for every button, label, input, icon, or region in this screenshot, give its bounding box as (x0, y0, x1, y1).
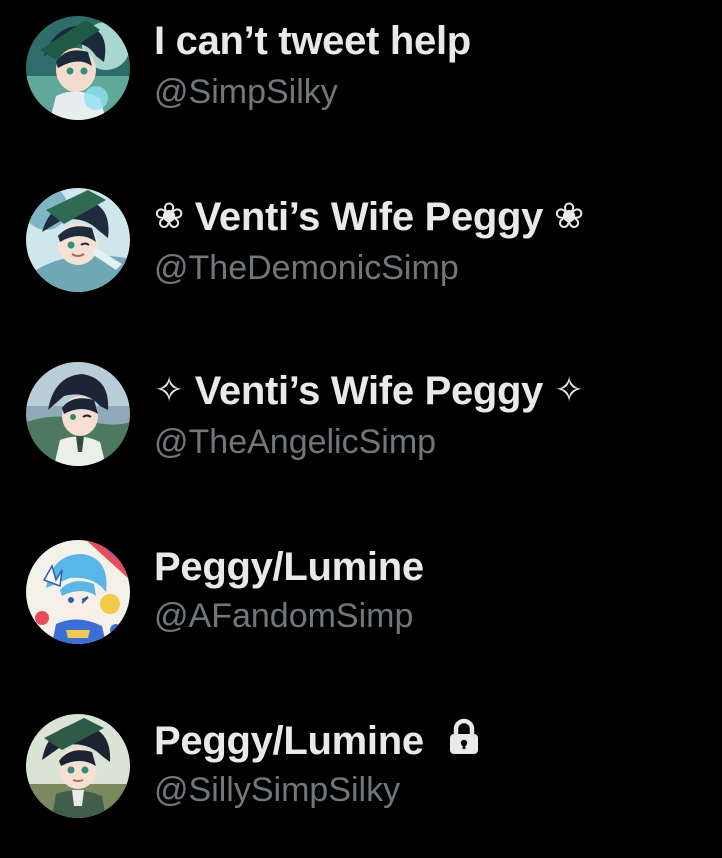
display-name: Peggy/Lumine (154, 718, 481, 764)
anime-character-avatar-icon (26, 188, 130, 292)
account-handle: @TheAngelicSimp (154, 423, 437, 461)
anime-character-avatar-icon (26, 16, 130, 120)
sparkle-icon: ✧ (154, 370, 184, 411)
account-handle: @AFandomSimp (154, 597, 414, 635)
account-handle: @SimpSilky (154, 73, 338, 111)
display-name-text: Peggy/Lumine (154, 545, 424, 589)
anime-character-avatar-icon (26, 540, 130, 644)
flower-icon: ❀ (154, 196, 184, 237)
account-row-simpsilky[interactable]: I can’t tweet help @SimpSilky (0, 0, 722, 140)
account-handle: @SillySimpSilky (154, 771, 401, 809)
sparkle-icon: ✧ (553, 370, 584, 411)
account-handle: @TheDemonicSimp (154, 249, 459, 287)
display-name: ❀ Venti’s Wife Peggy ❀ (154, 194, 584, 240)
display-name-text: Venti’s Wife Peggy (194, 369, 544, 413)
lock-icon (449, 718, 478, 754)
account-row-afandomsimp[interactable]: Peggy/Lumine @AFandomSimp (0, 520, 722, 660)
avatar[interactable] (26, 188, 130, 292)
display-name-text: I can’t tweet help (154, 19, 471, 63)
avatar[interactable] (26, 714, 130, 818)
display-name: ✧ Venti’s Wife Peggy ✧ (154, 368, 584, 414)
flower-icon: ❀ (553, 196, 584, 237)
avatar[interactable] (26, 540, 130, 644)
account-row-thedemonicsimp[interactable]: ❀ Venti’s Wife Peggy ❀ @TheDemonicSimp (0, 172, 722, 312)
display-name: I can’t tweet help (154, 18, 471, 64)
display-name: Peggy/Lumine (154, 544, 424, 590)
display-name-text: Peggy/Lumine (154, 719, 424, 763)
anime-character-avatar-icon (26, 714, 130, 818)
account-list: I can’t tweet help @SimpSilky ❀ Venti’s … (0, 0, 722, 858)
anime-character-avatar-icon (26, 362, 130, 466)
display-name-text: Venti’s Wife Peggy (194, 195, 544, 239)
account-row-sillysimpsilky[interactable]: Peggy/Lumine @SillySimpSilky (0, 694, 722, 834)
avatar[interactable] (26, 362, 130, 466)
avatar[interactable] (26, 16, 130, 120)
account-row-theangelicsimp[interactable]: ✧ Venti’s Wife Peggy ✧ @TheAngelicSimp (0, 346, 722, 486)
